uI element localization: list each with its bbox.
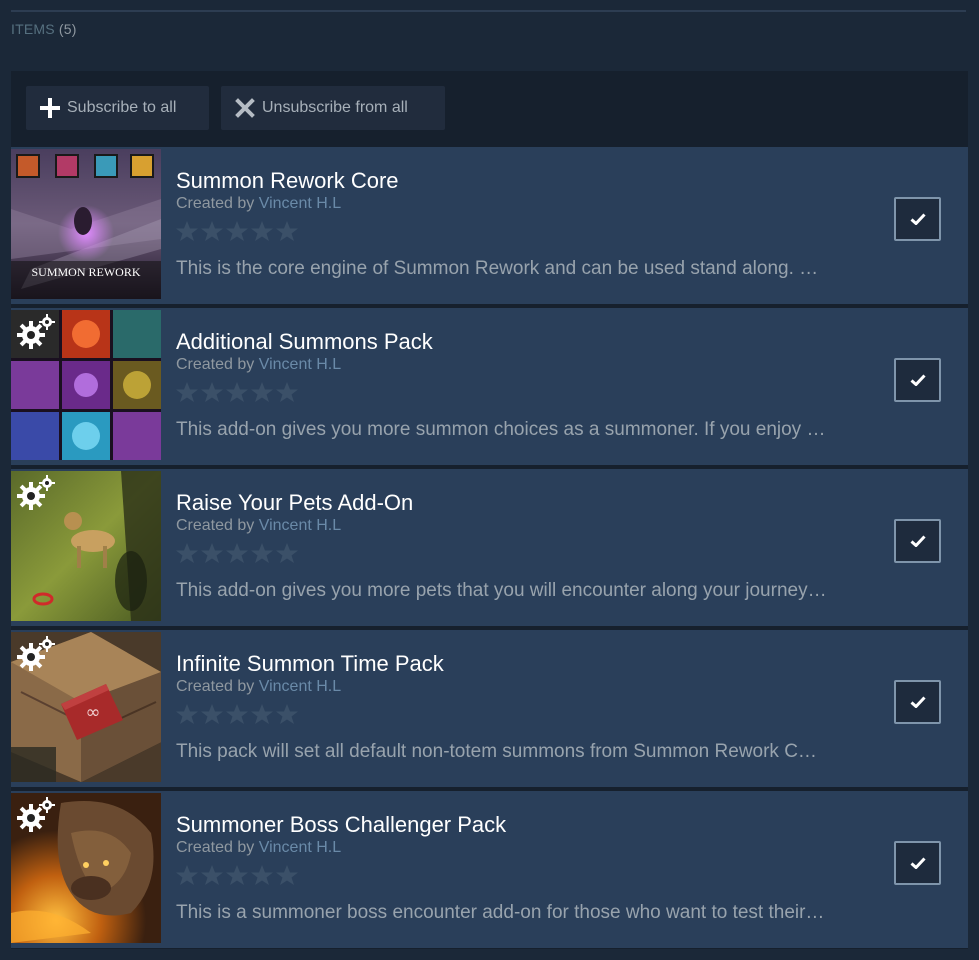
rating-stars [175,542,299,564]
rating-stars [175,220,299,242]
star-icon [176,865,198,885]
created-by-label: Created by [176,356,255,373]
author-link[interactable]: Vincent H.L [259,839,341,856]
star-icon [251,221,273,241]
item-title[interactable]: Infinite Summon Time Pack [176,651,444,677]
item-description: This add-on gives you more pets that you… [176,580,827,601]
subscribed-checkbox[interactable] [894,197,941,241]
multi-item-gear-icon [17,797,55,832]
rating-stars [175,381,299,403]
checkmark-icon [910,696,926,708]
collection-items-panel: Subscribe to all Unsubscribe from all SU… [11,71,968,949]
top-divider [11,10,966,12]
item-thumbnail[interactable] [11,471,161,621]
star-icon [276,543,298,563]
star-icon [201,221,223,241]
collection-toolbar: Subscribe to all Unsubscribe from all [11,71,968,147]
items-header: ITEMS (5) [11,21,77,37]
items-label: ITEMS [11,21,55,37]
subscribe-to-all-label: Subscribe to all [67,99,177,116]
checkmark-icon [910,374,926,386]
star-icon [226,382,248,402]
star-icon [176,382,198,402]
star-icon [251,382,273,402]
author-link[interactable]: Vincent H.L [259,356,341,373]
item-byline: Created by Vincent H.L [176,839,341,857]
star-icon [276,221,298,241]
author-link[interactable]: Vincent H.L [259,517,341,534]
created-by-label: Created by [176,195,255,212]
item-title[interactable]: Raise Your Pets Add-On [176,490,413,516]
item-description: This add-on gives you more summon choice… [176,419,826,440]
subscribe-to-all-button[interactable]: Subscribe to all [26,86,209,130]
x-icon [233,96,257,120]
star-icon [176,543,198,563]
created-by-label: Created by [176,517,255,534]
item-thumbnail[interactable] [11,310,161,460]
star-icon [276,704,298,724]
item-thumbnail[interactable]: SUMMON REWORK [11,149,161,299]
star-icon [176,704,198,724]
items-count: (5) [58,21,77,37]
svg-text:∞: ∞ [86,702,101,723]
workshop-item: Additional Summons Pack Created by Vince… [11,308,968,465]
star-icon [226,543,248,563]
workshop-item: Summoner Boss Challenger Pack Created by… [11,791,968,948]
checkmark-icon [910,535,926,547]
subscribed-checkbox[interactable] [894,358,941,402]
star-icon [226,865,248,885]
star-icon [226,704,248,724]
item-byline: Created by Vincent H.L [176,356,341,374]
star-icon [251,704,273,724]
item-byline: Created by Vincent H.L [176,678,341,696]
unsubscribe-from-all-button[interactable]: Unsubscribe from all [221,86,445,130]
multi-item-gear-icon [17,636,55,671]
star-icon [201,543,223,563]
thumbnail-caption: SUMMON REWORK [31,265,140,279]
checkmark-icon [910,857,926,869]
workshop-item: Raise Your Pets Add-On Created by Vincen… [11,469,968,626]
star-icon [276,865,298,885]
item-thumbnail[interactable]: ∞ [11,632,161,782]
checkmark-icon [910,213,926,225]
item-byline: Created by Vincent H.L [176,517,341,535]
subscribed-checkbox[interactable] [894,680,941,724]
star-icon [201,865,223,885]
workshop-item: ∞ Infinite Summon Time Pack Created by V… [11,630,968,787]
item-thumbnail[interactable] [11,793,161,943]
workshop-item: SUMMON REWORK Summon Rework Core Created… [11,147,968,304]
created-by-label: Created by [176,678,255,695]
item-description: This is the core engine of Summon Rework… [176,258,819,279]
author-link[interactable]: Vincent H.L [259,195,341,212]
star-icon [251,865,273,885]
item-byline: Created by Vincent H.L [176,195,341,213]
star-icon [176,221,198,241]
star-icon [251,543,273,563]
item-description: This pack will set all default non-totem… [176,741,817,762]
multi-item-gear-icon [17,314,55,349]
item-title[interactable]: Summoner Boss Challenger Pack [176,812,506,838]
subscribed-checkbox[interactable] [894,841,941,885]
star-icon [226,221,248,241]
star-icon [201,704,223,724]
star-icon [201,382,223,402]
item-description: This is a summoner boss encounter add-on… [176,902,825,923]
rating-stars [175,864,299,886]
plus-icon [38,96,62,120]
author-link[interactable]: Vincent H.L [259,678,341,695]
multi-item-gear-icon [17,475,55,510]
item-title[interactable]: Additional Summons Pack [176,329,433,355]
item-title[interactable]: Summon Rework Core [176,168,399,194]
unsubscribe-from-all-label: Unsubscribe from all [262,99,408,116]
subscribed-checkbox[interactable] [894,519,941,563]
rating-stars [175,703,299,725]
star-icon [276,382,298,402]
created-by-label: Created by [176,839,255,856]
